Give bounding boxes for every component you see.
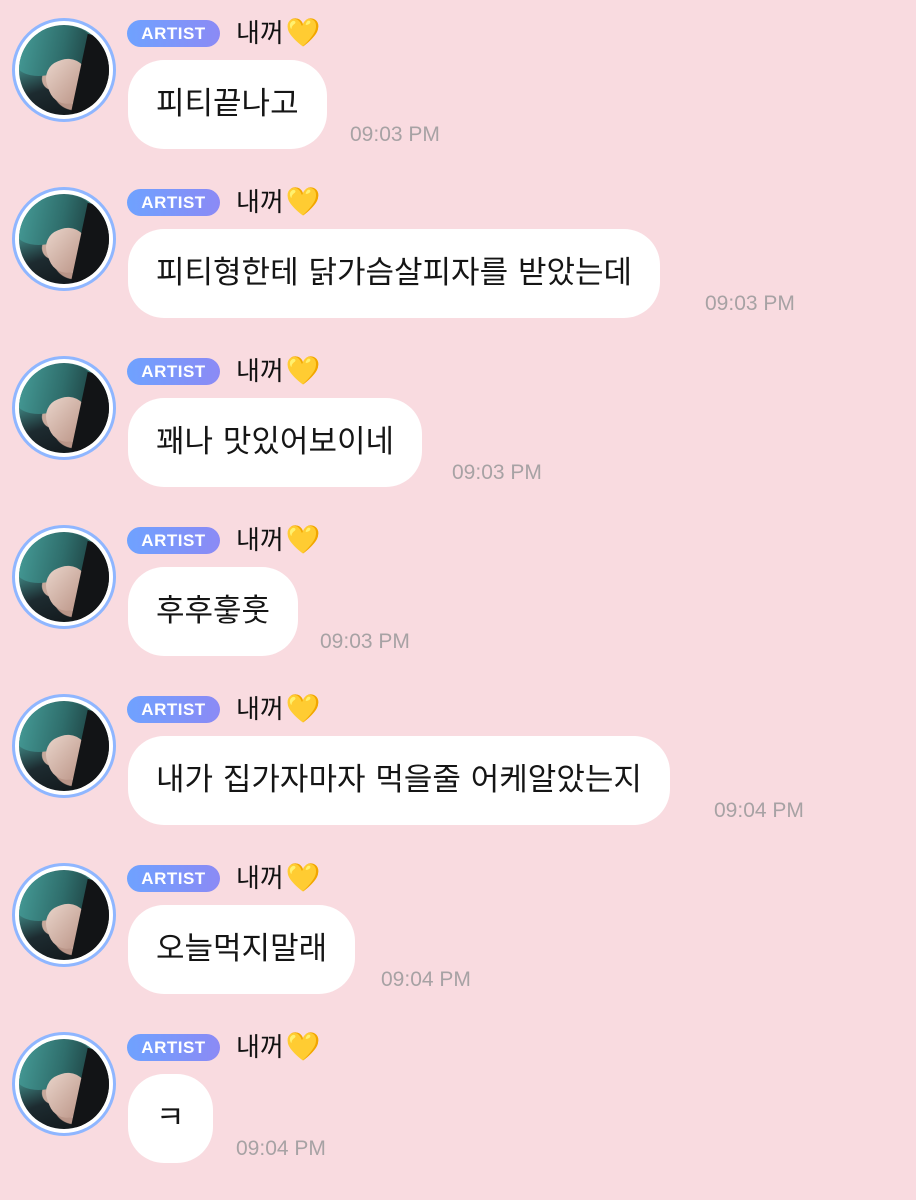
artist-badge: ARTIST [127,696,220,723]
chat-message: ARTIST 내꺼💛 꽤나 맛있어보이네 09:03 PM [0,338,916,508]
yellow-heart-icon: 💛 [285,523,321,556]
message-timestamp: 09:03 PM [452,461,542,484]
sender-name: 내꺼💛 [236,1027,321,1067]
message-timestamp: 09:03 PM [350,123,440,146]
sender-name: 내꺼💛 [236,351,321,391]
chat-message: ARTIST 내꺼💛 피티끝나고 09:03 PM [0,0,916,170]
avatar-photo [19,194,109,284]
message-bubble[interactable]: 꽤나 맛있어보이네 [128,398,423,487]
artist-badge: ARTIST [127,358,220,385]
sender-name-text: 내꺼 [236,695,284,725]
artist-avatar[interactable] [12,1032,116,1136]
avatar-photo [19,1039,109,1129]
artist-avatar[interactable] [12,863,116,967]
artist-avatar[interactable] [12,356,116,460]
sender-name: 내꺼💛 [236,13,321,53]
message-timestamp: 09:04 PM [714,799,804,822]
avatar-photo [19,870,109,960]
chat-message: ARTIST 내꺼💛 내가 집가자마자 먹을줄 어케알았는지 09:04 PM [0,676,916,846]
artist-avatar[interactable] [12,18,116,122]
artist-avatar[interactable] [12,525,116,629]
artist-avatar[interactable] [12,694,116,798]
sender-name: 내꺼💛 [236,689,321,729]
yellow-heart-icon: 💛 [285,861,321,894]
yellow-heart-icon: 💛 [285,185,321,218]
sender-name-text: 내꺼 [236,19,284,49]
message-bubble[interactable]: 후후훟훗 [128,567,299,656]
avatar-photo [19,701,109,791]
sender-name-text: 내꺼 [236,864,284,894]
message-timestamp: 09:04 PM [236,1137,326,1160]
message-timestamp: 09:03 PM [705,292,795,315]
artist-avatar[interactable] [12,187,116,291]
sender-name-text: 내꺼 [236,526,284,556]
artist-badge: ARTIST [127,527,220,554]
message-bubble[interactable]: 오늘먹지말래 [128,905,356,994]
avatar-photo [19,363,109,453]
chat-message-list[interactable]: ARTIST 내꺼💛 피티끝나고 09:03 PM ARTIST 내꺼💛 피티형… [0,0,916,1200]
chat-message: ARTIST 내꺼💛 오늘먹지말래 09:04 PM [0,845,916,1015]
yellow-heart-icon: 💛 [285,16,321,49]
artist-badge: ARTIST [127,1034,220,1061]
sender-name-text: 내꺼 [236,357,284,387]
chat-message: ARTIST 내꺼💛 ㅋ 09:04 PM [0,1014,916,1184]
yellow-heart-icon: 💛 [285,692,321,725]
yellow-heart-icon: 💛 [285,354,321,387]
sender-name-text: 내꺼 [236,188,284,218]
avatar-photo [19,532,109,622]
message-timestamp: 09:03 PM [320,630,410,653]
sender-name: 내꺼💛 [236,858,321,898]
sender-name: 내꺼💛 [236,520,321,560]
message-bubble[interactable]: 내가 집가자마자 먹을줄 어케알았는지 [128,736,670,825]
message-bubble[interactable]: ㅋ [128,1074,213,1163]
message-bubble[interactable]: 피티형한테 닭가슴살피자를 받았는데 [128,229,661,318]
chat-message: ARTIST 내꺼💛 후후훟훗 09:03 PM [0,507,916,677]
sender-name-text: 내꺼 [236,1033,284,1063]
message-timestamp: 09:04 PM [381,968,471,991]
artist-badge: ARTIST [127,865,220,892]
message-bubble[interactable]: 피티끝나고 [128,60,327,149]
avatar-photo [19,25,109,115]
chat-message: ARTIST 내꺼💛 피티형한테 닭가슴살피자를 받았는데 09:03 PM [0,169,916,339]
sender-name: 내꺼💛 [236,182,321,222]
yellow-heart-icon: 💛 [285,1030,321,1063]
artist-badge: ARTIST [127,189,220,216]
artist-badge: ARTIST [127,20,220,47]
